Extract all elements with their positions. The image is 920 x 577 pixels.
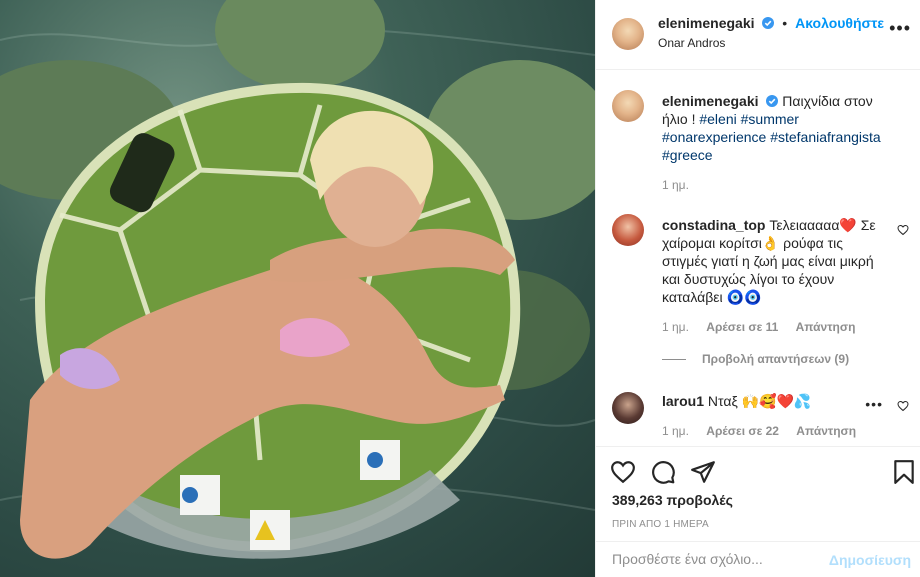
share-icon[interactable] <box>690 459 716 485</box>
post-header: elenimenegaki • Ακολουθήστε Onar Andros … <box>596 0 920 70</box>
comment-meta: 1 ημ. Αρέσει σε 11 Απάντηση <box>662 320 869 334</box>
view-count[interactable]: 389,263 προβολές <box>612 492 733 508</box>
post-media[interactable] <box>0 0 595 577</box>
comment-text: larou1 Νταξ 🙌🥰❤️💦 <box>662 392 852 410</box>
commenter-avatar[interactable] <box>612 214 644 246</box>
bookmark-icon[interactable] <box>891 459 917 485</box>
verified-icon <box>762 17 775 29</box>
verified-icon <box>766 95 779 107</box>
reply-button[interactable]: Απάντηση <box>796 320 856 334</box>
caption-avatar[interactable] <box>612 90 644 122</box>
author-username[interactable]: elenimenegaki <box>658 15 755 31</box>
view-replies-label: Προβολή απαντήσεων (9) <box>702 352 850 366</box>
hashtag-link[interactable]: #stefaniafrangista <box>770 129 881 145</box>
comment-input[interactable] <box>612 551 832 567</box>
comment-likes[interactable]: Αρέσει σε 22 <box>706 424 779 438</box>
reply-button[interactable]: Απάντηση <box>796 424 856 438</box>
caption-text: elenimenegaki Παιχνίδια στον ήλιο ! #ele… <box>662 92 892 164</box>
caption-meta: 1 ημ. <box>662 178 703 192</box>
post-timestamp[interactable]: ΠΡΙΝ ΑΠΟ 1 ΗΜΕΡΑ <box>612 519 709 530</box>
hashtag-link[interactable]: #eleni <box>699 111 736 127</box>
follow-button[interactable]: Ακολουθήστε <box>795 15 884 31</box>
more-options-icon[interactable]: ••• <box>889 18 911 39</box>
add-comment-bar: Δημοσίευση <box>596 541 920 577</box>
comment-age[interactable]: 1 ημ. <box>662 320 689 334</box>
post-side-panel: elenimenegaki • Ακολουθήστε Onar Andros … <box>595 0 920 577</box>
hashtag-link[interactable]: #greece <box>662 147 713 163</box>
comment-text: constadina_top Τελειααααα❤️ Σε χαίρομαι … <box>662 216 884 306</box>
hashtag-link[interactable]: #onarexperience <box>662 129 766 145</box>
heart-icon[interactable] <box>610 459 636 485</box>
comment-body: Νταξ 🙌🥰❤️💦 <box>707 393 812 409</box>
post-image <box>0 0 595 559</box>
view-replies-button[interactable]: Προβολή απαντήσεων (9) <box>662 352 849 366</box>
comment-likes[interactable]: Αρέσει σε 11 <box>706 320 778 334</box>
author-info: elenimenegaki • Ακολουθήστε Onar Andros <box>658 14 884 52</box>
author-avatar[interactable] <box>612 18 644 50</box>
hashtag-link[interactable]: #summer <box>741 111 799 127</box>
commenter-username[interactable]: larou1 <box>662 393 704 409</box>
comment-age[interactable]: 1 ημ. <box>662 424 689 438</box>
comment-options-icon[interactable]: ••• <box>865 396 883 412</box>
like-comment-heart-icon[interactable] <box>897 224 909 236</box>
caption-username[interactable]: elenimenegaki <box>662 93 759 109</box>
comment-meta: 1 ημ. Αρέσει σε 22 Απάντηση <box>662 424 870 438</box>
separator-dot: • <box>782 15 788 31</box>
like-comment-heart-icon[interactable] <box>897 400 909 412</box>
post-actions: 389,263 προβολές ΠΡΙΝ ΑΠΟ 1 ΗΜΕΡΑ <box>596 446 920 541</box>
comment-icon[interactable] <box>650 459 676 485</box>
post-location[interactable]: Onar Andros <box>658 34 884 52</box>
post-comment-button[interactable]: Δημοσίευση <box>829 552 911 568</box>
caption-age[interactable]: 1 ημ. <box>662 178 689 192</box>
replies-line <box>662 359 686 361</box>
commenter-avatar[interactable] <box>612 392 644 424</box>
comments-section: elenimenegaki Παιχνίδια στον ήλιο ! #ele… <box>596 70 920 446</box>
commenter-username[interactable]: constadina_top <box>662 217 765 233</box>
